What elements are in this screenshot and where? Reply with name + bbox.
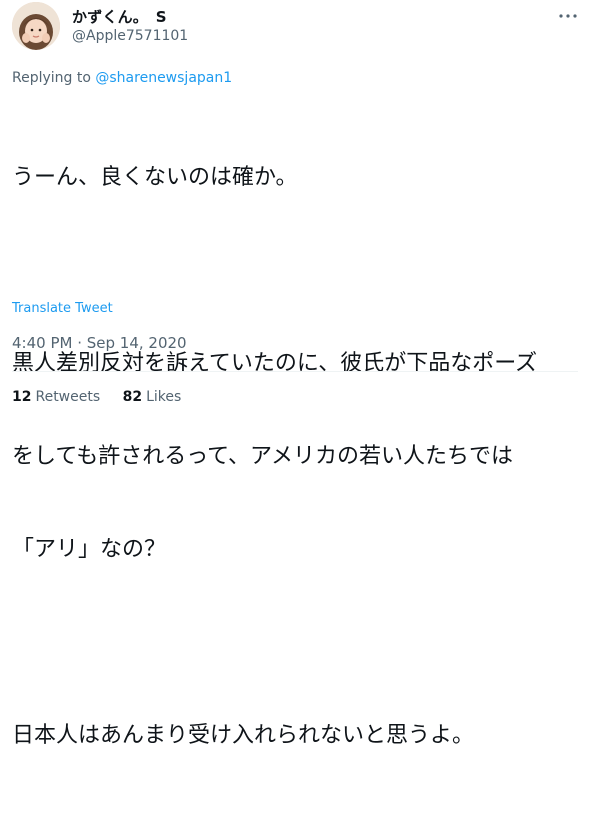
tweet-text-line: 日本人はあんまり受け入れられないと思うよ。 bbox=[12, 723, 475, 748]
display-name[interactable]: かずくん。 S bbox=[72, 6, 167, 27]
more-horizontal-icon[interactable] bbox=[556, 4, 580, 28]
tweet-text-line: 黒人差別反対を訴えていたのに、彼氏が下品なポーズ bbox=[12, 351, 538, 376]
avatar-image bbox=[12, 2, 60, 50]
retweets-stat[interactable]: 12 Retweets bbox=[12, 389, 100, 405]
retweets-count: 12 bbox=[12, 389, 32, 405]
likes-label: Likes bbox=[146, 389, 182, 405]
username[interactable]: @Apple7571101 bbox=[72, 28, 188, 44]
tweet-text-gap bbox=[12, 255, 582, 286]
tweet-timestamp[interactable]: 4:40 PM · Sep 14, 2020 bbox=[12, 334, 187, 352]
replying-to-label: Replying to bbox=[12, 70, 96, 86]
tweet-text-line: 「アリ」なの？ bbox=[12, 537, 167, 562]
likes-count: 82 bbox=[122, 389, 143, 405]
replying-to: Replying to @sharenewsjapan1 bbox=[12, 70, 232, 86]
tweet-card: かずくん。 S @Apple7571101 Replying to @share… bbox=[0, 0, 590, 748]
reply-handle-link[interactable]: @sharenewsjapan1 bbox=[95, 70, 232, 86]
tweet-stats: 12 Retweets 82 Likes bbox=[12, 389, 199, 405]
tweet-text-line: をしても許されるって、アメリカの若い人たちでは bbox=[12, 444, 513, 469]
tweet-text-line: うーん、良くないのは確か。 bbox=[12, 165, 298, 190]
likes-stat[interactable]: 82 Likes bbox=[123, 389, 182, 405]
retweets-label: Retweets bbox=[35, 389, 101, 405]
avatar[interactable] bbox=[12, 2, 60, 50]
tweet-text: うーん、良くないのは確か。 黒人差別反対を訴えていたのに、彼氏が下品なポーズ を… bbox=[12, 100, 582, 813]
tweet-text-gap bbox=[12, 627, 582, 658]
translate-tweet-link[interactable]: Translate Tweet bbox=[12, 301, 113, 316]
divider bbox=[12, 371, 578, 372]
